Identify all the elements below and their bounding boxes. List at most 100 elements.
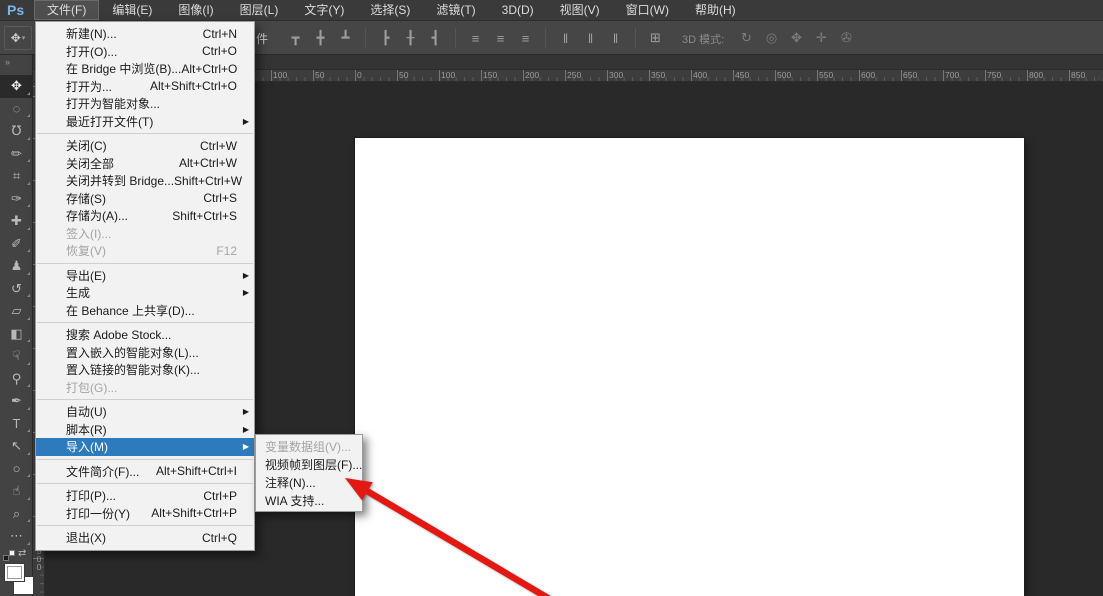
- quick-selection-tool[interactable]: ✏: [0, 143, 33, 166]
- file-menu-item[interactable]: 在 Behance 上共享(D)...: [36, 302, 254, 320]
- path-selection-tool[interactable]: ↖: [0, 435, 33, 458]
- distribute-bottom-edges-icon[interactable]: ≡: [513, 31, 538, 46]
- align-right-edges-icon[interactable]: ┫: [423, 30, 448, 46]
- tool-preset-button[interactable]: ✥ ▾: [4, 26, 32, 50]
- document-canvas[interactable]: [355, 138, 1024, 596]
- clone-stamp-tool[interactable]: ♟: [0, 255, 33, 278]
- edit-toolbar-icon[interactable]: ⋯: [0, 525, 33, 548]
- options-separator: [635, 28, 636, 48]
- menubar-item[interactable]: 图层(L): [227, 0, 292, 20]
- eraser-tool[interactable]: ▱: [0, 300, 33, 323]
- file-menu-item[interactable]: 打包(G)...: [36, 379, 254, 397]
- optionsbar-icons: ┳╋┻┣╂┫≡≡≡‖‖‖⊞: [283, 21, 668, 55]
- file-menu-item[interactable]: 搜索 Adobe Stock...: [36, 326, 254, 344]
- file-menu-item[interactable]: 打开为...Alt+Shift+Ctrl+O: [36, 78, 254, 96]
- file-menu-item[interactable]: 生成▶: [36, 284, 254, 302]
- menubar-item[interactable]: 图像(I): [165, 0, 226, 20]
- align-horizontal-centers-icon[interactable]: ╂: [398, 30, 423, 46]
- file-menu-item[interactable]: 打开为智能对象...: [36, 95, 254, 113]
- import-submenu-item[interactable]: 视频帧到图层(F)...: [256, 455, 362, 473]
- 3d-roll-icon[interactable]: ◎: [759, 30, 784, 46]
- default-colors-icon[interactable]: [3, 550, 15, 561]
- file-menu-item[interactable]: 签入(I)...: [36, 225, 254, 243]
- file-menu-item[interactable]: 导入(M)▶: [36, 438, 254, 456]
- menubar-item[interactable]: 滤镜(T): [423, 0, 488, 20]
- lasso-tool[interactable]: ℧: [0, 120, 33, 143]
- file-menu-item[interactable]: 置入链接的智能对象(K)...: [36, 361, 254, 379]
- import-submenu-item[interactable]: 变量数据组(V)...: [256, 437, 362, 455]
- distribute-left-edges-icon[interactable]: ‖: [553, 31, 578, 46]
- file-menu-item[interactable]: 自动(U)▶: [36, 403, 254, 421]
- distribute-vertical-centers-icon[interactable]: ≡: [488, 31, 513, 46]
- auto-align-layers-icon[interactable]: ⊞: [643, 30, 668, 46]
- file-menu-item[interactable]: 打开(O)...Ctrl+O: [36, 43, 254, 61]
- file-menu-item[interactable]: 关闭(C)Ctrl+W: [36, 137, 254, 155]
- 3d-zoom-icon[interactable]: ✇: [834, 30, 859, 46]
- file-menu-item[interactable]: 恢复(V)F12: [36, 242, 254, 260]
- file-menu-item[interactable]: 脚本(R)▶: [36, 421, 254, 439]
- healing-brush-tool[interactable]: ✚: [0, 210, 33, 233]
- file-menu-item[interactable]: 打印(P)...Ctrl+P: [36, 487, 254, 505]
- submenu-arrow-icon: ▶: [237, 442, 249, 451]
- menu-separator: [37, 133, 253, 134]
- file-menu-item[interactable]: 文件简介(F)...Alt+Shift+Ctrl+I: [36, 463, 254, 481]
- zoom-tool[interactable]: ⌕: [0, 503, 33, 526]
- 3d-slide-icon[interactable]: ✛: [809, 30, 834, 46]
- file-menu-item[interactable]: 退出(X)Ctrl+Q: [36, 529, 254, 547]
- crop-tool[interactable]: ⌗: [0, 165, 33, 188]
- menubar-item[interactable]: 视图(V): [547, 0, 613, 20]
- file-menu-item[interactable]: 存储为(A)...Shift+Ctrl+S: [36, 207, 254, 225]
- align-left-edges-icon[interactable]: ┣: [373, 30, 398, 46]
- shape-tool[interactable]: ○: [0, 458, 33, 481]
- eyedropper-tool[interactable]: ✑: [0, 188, 33, 211]
- smudge-tool[interactable]: ☟: [0, 345, 33, 368]
- move-tool[interactable]: ✥: [0, 75, 33, 98]
- foreground-color-swatch[interactable]: [4, 563, 25, 582]
- import-submenu-item[interactable]: WIA 支持...: [256, 491, 362, 509]
- menubar-item[interactable]: 选择(S): [357, 0, 423, 20]
- 3d-pan-icon[interactable]: ✥: [784, 30, 809, 46]
- hand-tool[interactable]: ☝: [0, 480, 33, 503]
- ruler-label: 350: [651, 70, 665, 81]
- ruler-label: 150: [483, 70, 497, 81]
- menubar-item[interactable]: 文件(F): [34, 0, 99, 20]
- menubar-item[interactable]: 窗口(W): [613, 0, 682, 20]
- file-menu-item[interactable]: 关闭并转到 Bridge...Shift+Ctrl+W: [36, 172, 254, 190]
- menubar-item[interactable]: 3D(D): [489, 0, 547, 20]
- ruler-label: 200: [525, 70, 539, 81]
- file-menu-item[interactable]: 存储(S)Ctrl+S: [36, 190, 254, 208]
- menu-item-shortcut: Alt+Ctrl+O: [181, 62, 237, 76]
- distribute-top-edges-icon[interactable]: ≡: [463, 31, 488, 46]
- distribute-right-edges-icon[interactable]: ‖: [603, 31, 628, 46]
- file-menu-item[interactable]: 导出(E)▶: [36, 267, 254, 285]
- menubar-item[interactable]: 文字(Y): [291, 0, 357, 20]
- file-menu-item[interactable]: 打印一份(Y)Alt+Shift+Ctrl+P: [36, 505, 254, 523]
- history-brush-tool[interactable]: ↺: [0, 278, 33, 301]
- menu-item-label: 关闭全部: [66, 155, 179, 172]
- swap-colors-icon[interactable]: ⇄: [18, 548, 26, 559]
- ruler-label: 400: [693, 70, 707, 81]
- toolbar-collapse-button[interactable]: »: [0, 55, 32, 69]
- menubar-item[interactable]: 编辑(E): [99, 0, 165, 20]
- align-bottom-edges-icon[interactable]: ┻: [333, 30, 358, 46]
- brush-tool[interactable]: ✐: [0, 233, 33, 256]
- align-vertical-centers-icon[interactable]: ╋: [308, 30, 333, 46]
- ruler-label: 800: [1029, 70, 1043, 81]
- type-tool[interactable]: T: [0, 413, 33, 436]
- file-menu-item[interactable]: 置入嵌入的智能对象(L)...: [36, 344, 254, 362]
- menubar-item[interactable]: 帮助(H): [682, 0, 749, 20]
- gradient-tool[interactable]: ◧: [0, 323, 33, 346]
- import-submenu-item[interactable]: 注释(N)...: [256, 473, 362, 491]
- marquee-tool[interactable]: ◌: [0, 98, 33, 121]
- menu-item-shortcut: Shift+Ctrl+S: [172, 209, 237, 223]
- align-top-edges-icon[interactable]: ┳: [283, 30, 308, 46]
- file-menu-item[interactable]: 在 Bridge 中浏览(B)...Alt+Ctrl+O: [36, 60, 254, 78]
- 3d-orbit-icon[interactable]: ↻: [734, 30, 759, 46]
- file-menu-item[interactable]: 新建(N)...Ctrl+N: [36, 25, 254, 43]
- file-menu-item[interactable]: 关闭全部Alt+Ctrl+W: [36, 155, 254, 173]
- file-menu-item[interactable]: 最近打开文件(T)▶: [36, 113, 254, 131]
- dodge-tool[interactable]: ⚲: [0, 368, 33, 391]
- app-logo: Ps: [0, 2, 34, 18]
- distribute-horizontal-centers-icon[interactable]: ‖: [578, 31, 603, 46]
- pen-tool[interactable]: ✒: [0, 390, 33, 413]
